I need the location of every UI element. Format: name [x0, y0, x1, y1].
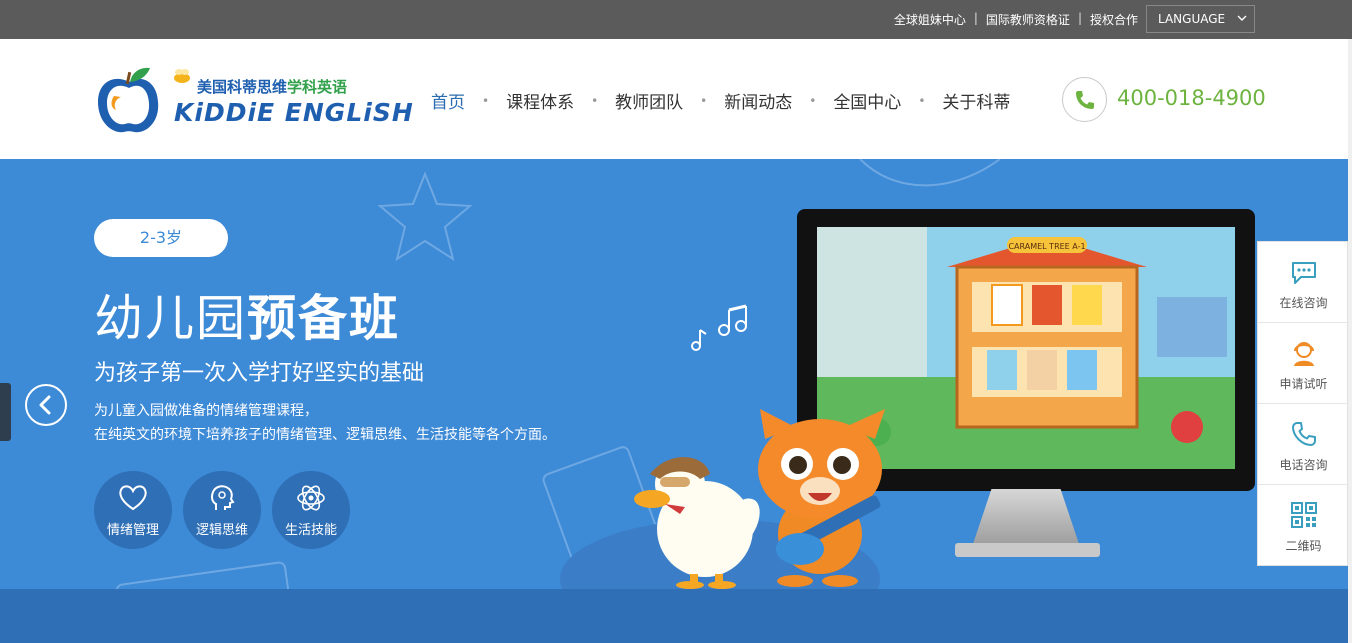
feature-life-skills: 生活技能: [272, 471, 350, 549]
screen-sign-text: CARAMEL TREE A-1: [1008, 242, 1085, 251]
nav-dot: •: [700, 93, 708, 108]
nav-home[interactable]: 首页: [431, 88, 465, 113]
logo-cn-blue: 美国科蒂思维: [197, 78, 288, 96]
site-header: 美国科蒂思维学科英语 KiDDiE ENGLiSH 首页 • 课程体系 • 教师…: [0, 39, 1352, 159]
hero-title-bold: 预备班: [247, 290, 401, 347]
float-online-consult[interactable]: 在线咨询: [1258, 242, 1349, 323]
nav-courses[interactable]: 课程体系: [506, 88, 574, 113]
nav-dot: •: [918, 93, 926, 108]
logo-english-text: KiDDiE ENGLiSH: [174, 98, 414, 127]
hero-description: 为儿童入园做准备的情绪管理课程， 在纯英文的环境下培养孩子的情绪管理、逻辑思维、…: [94, 399, 556, 447]
apple-logo-icon: [98, 67, 159, 133]
feature-label: 生活技能: [284, 523, 337, 538]
monitor-base: [955, 543, 1100, 557]
hero-title: 幼儿园预备班: [94, 279, 400, 350]
top-link-sister-centers[interactable]: 全球姐妹中心: [894, 11, 966, 28]
nav-about[interactable]: 关于科蒂: [942, 88, 1010, 113]
language-label: LANGUAGE: [1158, 12, 1226, 26]
hero-subtitle: 为孩子第一次入学打好坚实的基础: [94, 361, 425, 386]
top-link-teacher-cert[interactable]: 国际教师资格证: [986, 11, 1070, 28]
top-bar: 全球姐妹中心 | 国际教师资格证 | 授权合作 LANGUAGE: [0, 0, 1352, 39]
feature-logic: 逻辑思维: [183, 471, 261, 549]
site-logo[interactable]: 美国科蒂思维学科英语 KiDDiE ENGLiSH: [94, 64, 413, 136]
hero-title-normal: 幼儿园: [94, 290, 248, 347]
language-select[interactable]: LANGUAGE: [1146, 5, 1255, 33]
chevron-left-icon: [39, 395, 51, 415]
brain-head-icon: [211, 485, 235, 510]
top-link-authorization[interactable]: 授权合作: [1090, 11, 1138, 28]
qr-code-icon: [1291, 502, 1317, 528]
logo-chinese-text: 美国科蒂思维学科英语: [197, 76, 347, 97]
chat-bubble-icon: [1292, 262, 1316, 284]
float-label: 在线咨询: [1279, 296, 1328, 310]
atom-icon: [297, 485, 325, 511]
phone-button[interactable]: [1062, 77, 1107, 122]
float-label: 申请试听: [1279, 377, 1328, 391]
logo-cn-green: 学科英语: [287, 78, 348, 96]
side-tab[interactable]: [0, 383, 11, 441]
float-label: 二维码: [1285, 539, 1322, 553]
float-label: 电话咨询: [1279, 458, 1328, 472]
nav-dot: •: [809, 93, 817, 108]
feature-emotion: 情绪管理: [94, 471, 172, 549]
nav-dot: •: [482, 93, 490, 108]
hero-bottom-band: [0, 589, 1352, 643]
separator: |: [973, 11, 978, 25]
float-phone-consult[interactable]: 电话咨询: [1258, 404, 1349, 485]
main-nav: 首页 • 课程体系 • 教师团队 • 新闻动态 • 全国中心 • 关于科蒂: [431, 88, 1010, 113]
heart-icon: [119, 485, 147, 511]
hero-banner: 2-3岁 幼儿园预备班 为孩子第一次入学打好坚实的基础 为儿童入园做准备的情绪管…: [0, 159, 1352, 643]
chevron-down-icon: [1237, 15, 1247, 21]
separator: |: [1077, 11, 1082, 25]
nav-teachers[interactable]: 教师团队: [615, 88, 683, 113]
music-notes-icon: [691, 304, 747, 351]
nav-dot: •: [591, 93, 599, 108]
floating-contact-panel: 在线咨询 申请试听 电话咨询 二维码: [1257, 241, 1349, 566]
age-badge: 2-3岁: [94, 219, 228, 257]
nav-centers[interactable]: 全国中心: [833, 88, 901, 113]
feature-label: 逻辑思维: [195, 523, 248, 538]
hero-desc-line1: 为儿童入园做准备的情绪管理课程，: [94, 403, 318, 419]
page-scrollbar[interactable]: [1348, 39, 1352, 643]
bee-icon: [174, 69, 190, 83]
phone-number: 400-018-4900: [1117, 86, 1266, 110]
float-trial-class[interactable]: 申请试听: [1258, 323, 1349, 404]
slider-prev-button[interactable]: [25, 384, 67, 426]
nav-news[interactable]: 新闻动态: [724, 88, 792, 113]
feature-label: 情绪管理: [106, 523, 159, 538]
phone-icon: [1076, 91, 1094, 109]
headset-user-icon: [1294, 342, 1314, 366]
top-links: 全球姐妹中心 | 国际教师资格证 | 授权合作: [894, 11, 1138, 28]
cat-character: [758, 409, 885, 587]
hero-desc-line2: 在纯英文的环境下培养孩子的情绪管理、逻辑思维、生活技能等各个方面。: [94, 427, 556, 443]
phone-icon: [1292, 422, 1316, 446]
float-qr-code[interactable]: 二维码: [1258, 485, 1349, 566]
